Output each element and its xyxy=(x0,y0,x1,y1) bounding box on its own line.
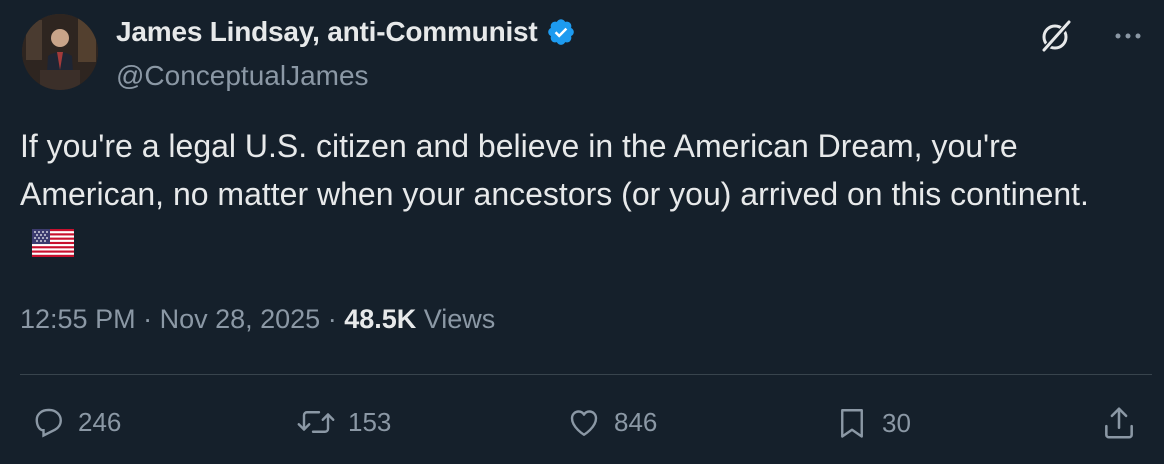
avatar[interactable] xyxy=(22,14,98,90)
reply-count: 246 xyxy=(78,406,122,437)
display-name[interactable]: James Lindsay, anti-Communist xyxy=(116,16,538,48)
views-count: 48.5K xyxy=(344,304,417,334)
author-handle[interactable]: @ConceptualJames xyxy=(116,60,369,92)
us-flag-emoji xyxy=(32,222,74,270)
reply-button[interactable]: 246 xyxy=(30,404,121,440)
tweet-body: If you're a legal U.S. citizen and belie… xyxy=(20,128,1089,212)
tweet-meta: 12:55 PM · Nov 28, 2025 · 48.5K Views xyxy=(20,304,495,335)
heart-icon xyxy=(566,404,602,440)
like-count: 846 xyxy=(614,406,658,437)
more-options-icon[interactable] xyxy=(1108,22,1148,50)
verified-badge-icon[interactable] xyxy=(546,17,576,47)
bookmark-icon xyxy=(834,404,870,442)
repost-button[interactable]: 153 xyxy=(296,404,391,440)
bookmark-count: 30 xyxy=(882,407,911,438)
meta-separator: · xyxy=(135,304,160,334)
tweet-text: If you're a legal U.S. citizen and belie… xyxy=(20,122,1140,270)
divider xyxy=(20,374,1152,375)
tweet-time[interactable]: 12:55 PM xyxy=(20,304,136,335)
share-button[interactable] xyxy=(1100,404,1138,442)
tweet-date[interactable]: Nov 28, 2025 xyxy=(160,304,321,335)
share-icon xyxy=(1100,404,1138,442)
reply-icon xyxy=(30,404,66,440)
like-button[interactable]: 846 xyxy=(566,404,657,440)
views-label: Views xyxy=(416,304,496,334)
bookmark-button[interactable]: 30 xyxy=(834,404,911,442)
repost-icon xyxy=(296,404,336,440)
repost-count: 153 xyxy=(348,406,392,437)
meta-separator: · xyxy=(320,304,345,334)
grok-icon[interactable] xyxy=(1036,16,1076,56)
author-name-row: James Lindsay, anti-Communist xyxy=(116,16,576,48)
